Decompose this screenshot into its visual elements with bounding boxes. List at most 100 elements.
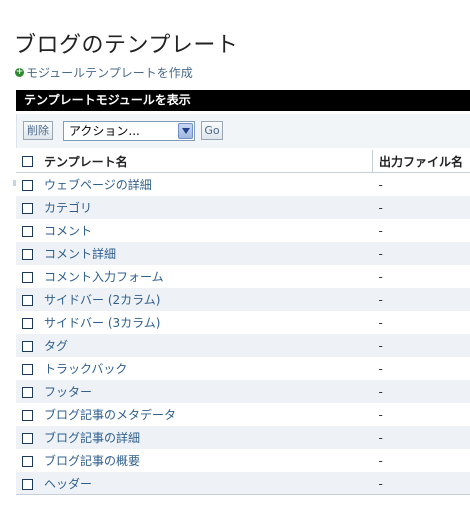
row-checkbox-cell <box>16 265 40 288</box>
row-checkbox[interactable] <box>22 386 33 398</box>
template-name-link[interactable]: コメント詳細 <box>44 247 116 261</box>
template-name-cell: ブログ記事のメタデータ <box>40 403 373 426</box>
template-name-link[interactable]: ウェブページの詳細 <box>44 178 152 192</box>
row-checkbox[interactable] <box>22 294 33 306</box>
action-select-value: アクション... <box>69 124 140 138</box>
row-checkbox[interactable] <box>22 179 33 191</box>
column-header-name[interactable]: テンプレート名 <box>40 150 373 173</box>
template-name-cell: サイドバー (2カラム) <box>40 288 373 311</box>
row-checkbox-cell <box>16 472 40 495</box>
row-checkbox[interactable] <box>22 317 33 329</box>
table-row: サイドバー (2カラム) - <box>16 288 470 311</box>
output-file-cell: - <box>372 288 470 311</box>
output-file-cell: - <box>372 265 470 288</box>
template-name-link[interactable]: サイドバー (2カラム) <box>44 293 160 307</box>
row-checkbox-cell <box>16 196 40 219</box>
page-title: ブログのテンプレート <box>14 32 239 58</box>
chevron-down-icon[interactable] <box>178 123 193 139</box>
table-row: カテゴリ - <box>16 196 470 219</box>
go-button[interactable]: Go <box>201 121 223 140</box>
output-file-cell: - <box>372 172 470 196</box>
row-checkbox[interactable] <box>22 363 33 375</box>
table-row: ブログ記事の概要 - <box>16 449 470 472</box>
row-checkbox-cell <box>16 380 40 403</box>
row-checkbox-cell <box>16 357 40 380</box>
row-checkbox-cell <box>16 311 40 334</box>
table-row: タグ - <box>16 334 470 357</box>
output-file-cell: - <box>372 242 470 265</box>
row-checkbox[interactable] <box>22 455 33 467</box>
output-file-cell: - <box>372 219 470 242</box>
table-header-row: テンプレート名 出力ファイル名 <box>16 150 470 173</box>
select-all-checkbox[interactable] <box>22 156 33 167</box>
template-name-cell: コメント <box>40 219 373 242</box>
row-checkbox-cell <box>16 219 40 242</box>
template-table: テンプレート名 出力ファイル名 ウェブページの詳細 - カテゴリ - コメント - コメント… <box>16 150 470 495</box>
table-row: トラックバック - <box>16 357 470 380</box>
output-file-cell: - <box>372 472 470 495</box>
row-checkbox-cell <box>16 334 40 357</box>
template-name-link[interactable]: トラックバック <box>44 362 127 376</box>
row-checkbox[interactable] <box>22 478 33 490</box>
output-file-cell: - <box>372 196 470 219</box>
table-row: ブログ記事の詳細 - <box>16 426 470 449</box>
output-file-cell: - <box>372 357 470 380</box>
template-name-cell: サイドバー (3カラム) <box>40 311 373 334</box>
template-name-link[interactable]: コメント入力フォーム <box>44 270 164 284</box>
template-name-cell: ブログ記事の詳細 <box>40 426 373 449</box>
template-name-cell: カテゴリ <box>40 196 373 219</box>
create-module-template-link[interactable]: + モジュールテンプレートを作成 <box>15 64 193 81</box>
table-row: フッター - <box>16 380 470 403</box>
table-row: ブログ記事のメタデータ - <box>16 403 470 426</box>
output-file-cell: - <box>372 449 470 472</box>
template-name-cell: ヘッダー <box>40 472 373 495</box>
row-checkbox[interactable] <box>22 340 33 352</box>
template-name-cell: ブログ記事の概要 <box>40 449 373 472</box>
row-checkbox-cell <box>16 403 40 426</box>
row-checkbox-cell <box>16 288 40 311</box>
column-header-file[interactable]: 出力ファイル名 <box>372 150 470 173</box>
template-name-cell: コメント詳細 <box>40 242 373 265</box>
row-checkbox[interactable] <box>22 202 33 214</box>
row-checkbox[interactable] <box>22 225 33 237</box>
row-checkbox[interactable] <box>22 248 33 260</box>
row-checkbox-cell <box>16 242 40 265</box>
table-row: コメント - <box>16 219 470 242</box>
action-select[interactable]: アクション... <box>63 121 195 141</box>
template-name-cell: トラックバック <box>40 357 373 380</box>
template-name-link[interactable]: ブログ記事の概要 <box>44 454 140 468</box>
select-all-cell <box>16 150 40 173</box>
template-name-link[interactable]: サイドバー (3カラム) <box>44 316 160 330</box>
output-file-cell: - <box>372 403 470 426</box>
template-name-cell: フッター <box>40 380 373 403</box>
template-name-cell: タグ <box>40 334 373 357</box>
output-file-cell: - <box>372 426 470 449</box>
output-file-cell: - <box>372 311 470 334</box>
output-file-cell: - <box>372 334 470 357</box>
template-name-link[interactable]: コメント <box>44 224 92 238</box>
template-name-link[interactable]: フッター <box>44 385 92 399</box>
template-name-link[interactable]: カテゴリ <box>44 201 92 215</box>
row-checkbox-cell <box>16 449 40 472</box>
table-bottom-border <box>16 494 470 495</box>
output-file-cell: - <box>372 380 470 403</box>
template-name-cell: ウェブページの詳細 <box>40 172 373 196</box>
table-row: ウェブページの詳細 - <box>16 172 470 196</box>
table-header-bar: テンプレートモジュールを表示 <box>16 90 470 111</box>
template-name-link[interactable]: ブログ記事の詳細 <box>44 431 140 445</box>
row-checkbox[interactable] <box>22 409 33 421</box>
table-row: コメント入力フォーム - <box>16 265 470 288</box>
row-checkbox[interactable] <box>22 271 33 283</box>
row-checkbox-cell <box>16 172 40 196</box>
create-module-template-label: モジュールテンプレートを作成 <box>26 66 193 80</box>
plus-icon: + <box>15 67 24 77</box>
template-name-link[interactable]: ヘッダー <box>44 477 92 491</box>
row-checkbox[interactable] <box>22 432 33 444</box>
template-name-link[interactable]: ブログ記事のメタデータ <box>44 408 176 422</box>
table-row: ヘッダー - <box>16 472 470 495</box>
row-checkbox-cell <box>16 426 40 449</box>
delete-button[interactable]: 削除 <box>23 121 53 140</box>
template-name-cell: コメント入力フォーム <box>40 265 373 288</box>
template-name-link[interactable]: タグ <box>44 339 68 353</box>
table-row: コメント詳細 - <box>16 242 470 265</box>
